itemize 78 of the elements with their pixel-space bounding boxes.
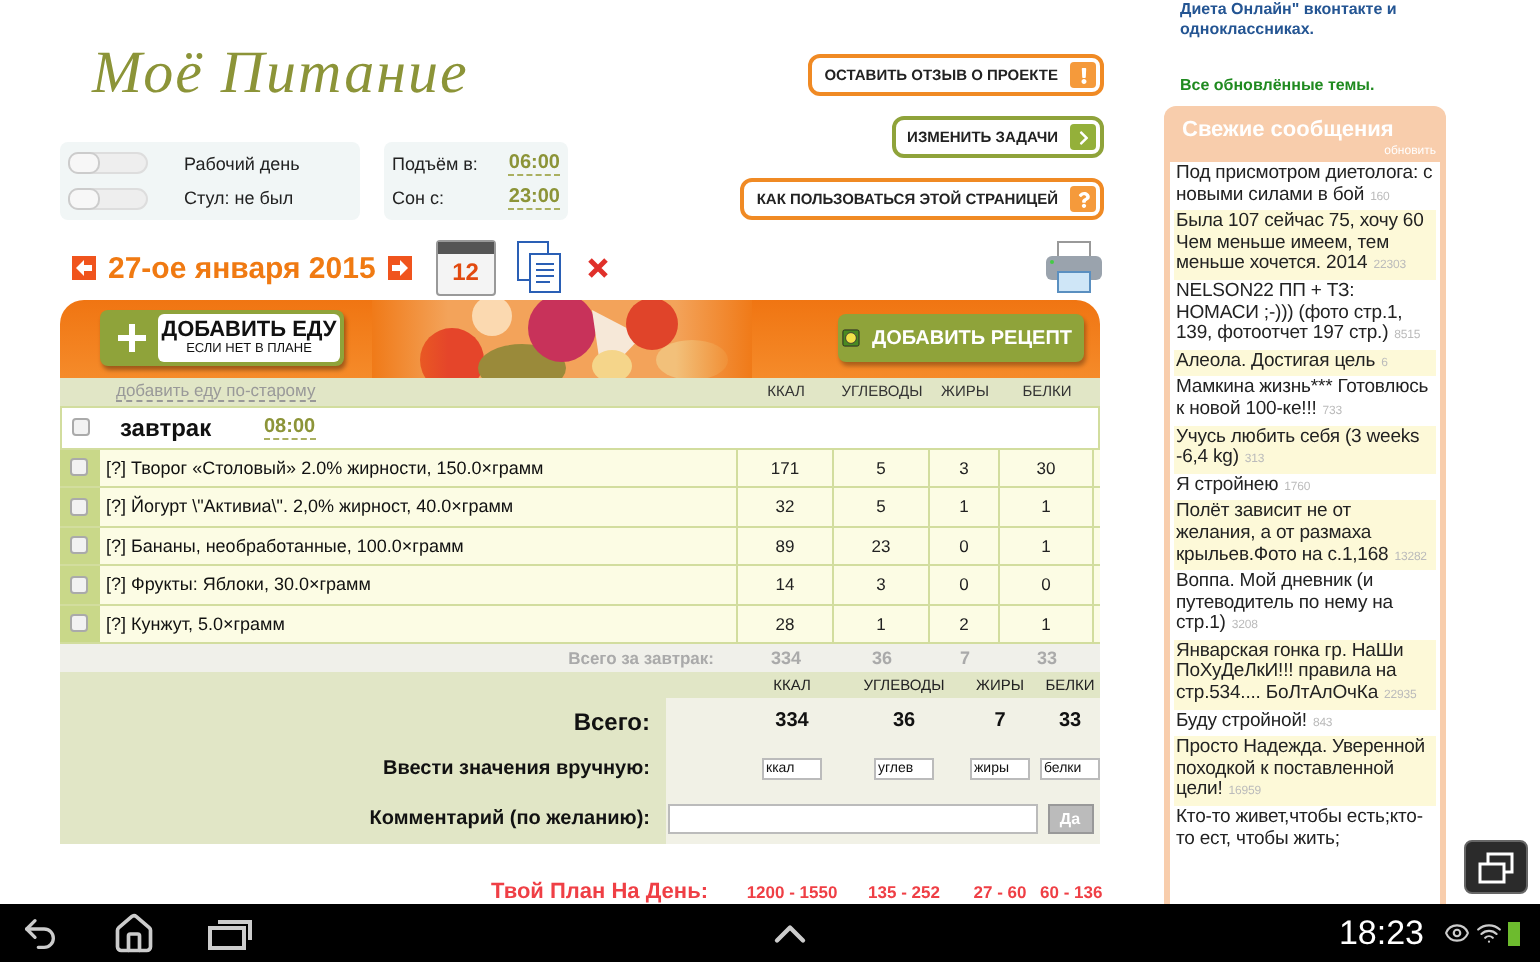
nutrient-cell: 89: [738, 527, 834, 565]
chevron-icon: [1070, 124, 1096, 150]
calendar-icon[interactable]: 12: [435, 240, 496, 296]
nutrient-cell: 0: [930, 527, 1000, 565]
nutrient-cell: 5: [834, 449, 930, 487]
total-value: 36: [892, 710, 916, 733]
nutrient-cell: 14: [738, 566, 834, 604]
total-label: Всего:: [571, 707, 652, 736]
nutrient-cell: 28: [738, 605, 834, 643]
food-name-cell: [?] Фрукты: Яблоки, 30.0×грамм: [100, 566, 738, 604]
nutrient-cell: 0: [1000, 566, 1094, 604]
nutrient-cell: 32: [738, 488, 834, 526]
nutrient-cell: 3: [930, 449, 1000, 487]
daily-plan-value: 60 - 136: [1040, 881, 1100, 902]
back-icon[interactable]: [20, 913, 60, 953]
nutrient-cell: 1: [1000, 527, 1094, 565]
comment-label: Комментарий (по желанию):: [367, 807, 652, 830]
nutrient-cell: 23: [834, 527, 930, 565]
nutrient-cell: 5: [834, 488, 930, 526]
toggle-switch[interactable]: [68, 187, 148, 210]
previous-day-icon[interactable]: [72, 256, 96, 280]
nutrient-cell: 2: [930, 605, 1000, 643]
printer-icon[interactable]: [1044, 240, 1104, 294]
nutrient-cell: 1: [834, 605, 930, 643]
clock: 18:23: [1338, 913, 1424, 953]
window-button[interactable]: [1464, 840, 1528, 894]
battery-icon: [1508, 921, 1520, 945]
eye-icon: [1444, 920, 1470, 946]
comment-field[interactable]: [668, 803, 1038, 834]
close-icon[interactable]: [587, 258, 608, 278]
manual-entry-label: Ввести значения вручную:: [380, 758, 652, 781]
date-title: 27-ое января 2015: [108, 251, 376, 285]
toggle-label: Стул: не был: [184, 188, 294, 209]
windows-icon: [1478, 851, 1514, 883]
total-value: 334: [775, 710, 809, 733]
nutrient-cell: 3: [834, 566, 930, 604]
nutrient-cell: 1: [930, 488, 1000, 526]
toggle-label: Рабочий день: [184, 153, 300, 174]
nutrient-cell: 171: [738, 449, 834, 487]
food-name-cell: [?] Йогурт \"Активиа\". 2,0% жирност, 40.0×грамм: [100, 488, 738, 526]
daily-plan-value: 27 - 60: [971, 881, 1029, 902]
nutrient-cell: 30: [1000, 449, 1094, 487]
checkbox[interactable]: [70, 458, 88, 477]
total-value: 33: [1058, 710, 1082, 733]
question-icon: [1070, 186, 1096, 212]
checkbox[interactable]: [70, 536, 88, 555]
checkbox[interactable]: [72, 418, 90, 437]
updated-topics-link[interactable]: Все обновлённые темы.: [1164, 76, 1446, 94]
time-label: Сон с:: [392, 188, 444, 209]
home-icon[interactable]: [112, 911, 156, 955]
meal-total-value: 334: [768, 648, 804, 668]
nutrient-cell: 1: [1000, 488, 1094, 526]
checkbox[interactable]: [70, 575, 88, 594]
total-value: 7: [994, 710, 1006, 733]
meal-total-value: 33: [1034, 648, 1059, 668]
toggle-switch[interactable]: [68, 152, 148, 175]
food-name-cell: [?] Бананы, необработанные, 100.0×грамм: [100, 527, 738, 565]
next-day-icon[interactable]: [387, 256, 412, 280]
exclamation-icon: [1070, 62, 1096, 88]
panel-title: Свежие сообщения: [1180, 116, 1396, 145]
food-name-cell: [?] Творог «Столовый» 2.0% жирности, 150.0×грамм: [100, 449, 738, 487]
logo: Моё Питание: [92, 40, 471, 110]
daily-plan-value: 135 - 252: [866, 881, 942, 902]
checkbox[interactable]: [70, 614, 88, 633]
daily-plan-value: 1200 - 1550: [744, 881, 840, 902]
food-name-cell: [?] Кунжут, 5.0×грамм: [100, 605, 738, 643]
meal-total-value: 7: [957, 648, 972, 668]
meal-total-label: Всего за завтрак:: [566, 648, 716, 668]
documents-icon[interactable]: [515, 240, 564, 296]
meal-total-value: 36: [869, 648, 894, 668]
nutrient-cell: 0: [930, 566, 1000, 604]
nutrient-cell: 1: [1000, 605, 1094, 643]
checkbox[interactable]: [70, 497, 88, 516]
time-label: Подъём в:: [392, 153, 478, 174]
daily-plan-label: Твой План На День:: [489, 879, 710, 904]
social-text: Диета Онлайн" вконтакте и одноклассниках.: [1178, 0, 1399, 40]
meal-name: завтрак: [120, 413, 214, 442]
recent-apps-icon[interactable]: [208, 917, 252, 949]
